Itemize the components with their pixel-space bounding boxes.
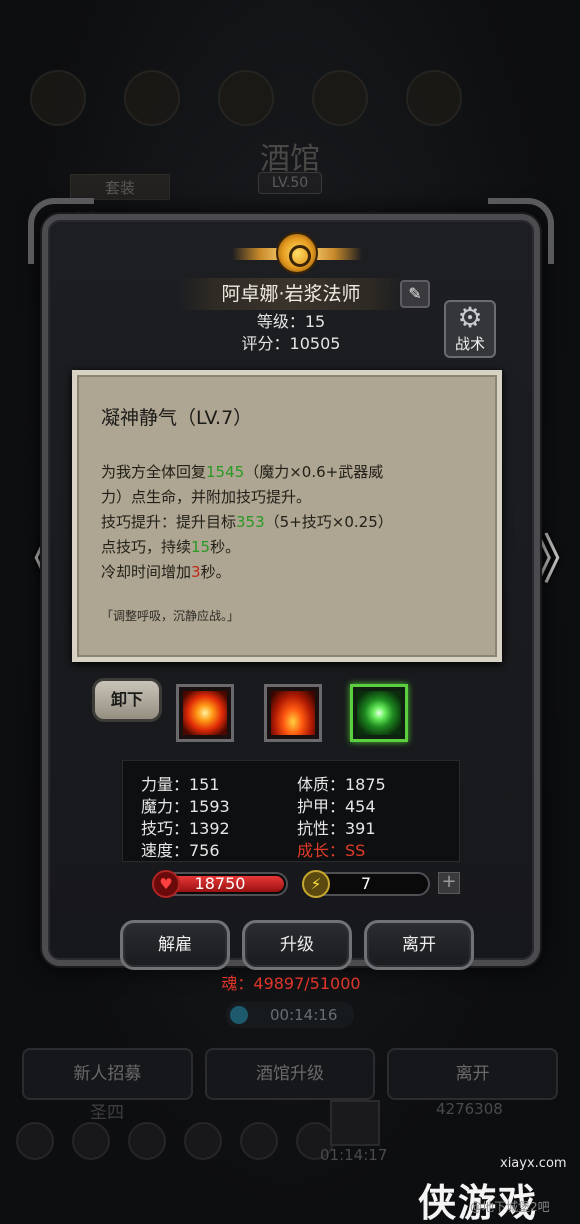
flame-icon bbox=[271, 691, 315, 735]
suit-tab: 套装 bbox=[70, 174, 170, 200]
recruit-timer: 00:14:16 bbox=[226, 1002, 354, 1028]
skill-tooltip: 凝神静气（LV.7） 为我方全体回复1545（魔力×0.6+武器威 力）点生命，… bbox=[72, 370, 502, 662]
golden-emblem-icon bbox=[232, 228, 362, 280]
watermark-site: xiayx.com bbox=[500, 1156, 567, 1171]
hero-name: 阿卓娜·岩浆法师 bbox=[178, 278, 404, 310]
add-energy-button[interactable]: + bbox=[438, 872, 460, 894]
skill-boost-value: 353 bbox=[236, 513, 265, 531]
skill-desc-line: 力）点生命，并附加技巧提升。 bbox=[101, 488, 312, 506]
green-crystal-icon bbox=[357, 691, 401, 735]
rename-pencil-icon[interactable]: ✎ bbox=[400, 280, 430, 308]
skill-description: 为我方全体回复1545（魔力×0.6+武器威 力）点生命，并附加技巧提升。 技巧… bbox=[101, 460, 473, 585]
tactics-button[interactable]: ⚙ 战术 bbox=[444, 300, 496, 358]
stat-speed: 速度：756 bbox=[141, 841, 220, 860]
next-hero-arrow-icon[interactable]: 》 bbox=[534, 528, 580, 592]
hero-avatar-icon bbox=[72, 1122, 110, 1160]
chest-timer: 01:14:17 bbox=[320, 1146, 388, 1164]
stat-armor: 护甲：454 bbox=[297, 797, 376, 816]
unequip-button[interactable]: 卸下 bbox=[92, 678, 162, 722]
skill-slot-green-crystal-selected[interactable] bbox=[350, 684, 408, 742]
top-icon-row bbox=[20, 70, 560, 130]
hero-stats-panel: 力量：151 魔力：1593 技巧：1392 速度：756 体质：1875 护甲… bbox=[122, 760, 460, 862]
stat-strength: 力量：151 bbox=[141, 775, 220, 794]
treasure-chest-icon bbox=[330, 1100, 380, 1146]
hero-avatar-icon bbox=[16, 1122, 54, 1160]
menu-icon bbox=[218, 70, 274, 126]
menu-icon bbox=[30, 70, 86, 126]
skill-desc-line: 冷却时间增加3秒。 bbox=[101, 563, 231, 581]
hero-avatar-icon bbox=[184, 1122, 222, 1160]
tavern-button-row: 新人招募 酒馆升级 离开 bbox=[22, 1048, 559, 1100]
soul-cost: 魂：49897/51000 bbox=[221, 974, 361, 993]
stat-skill: 技巧：1392 bbox=[141, 819, 230, 838]
gold-amount: 4276308 bbox=[436, 1100, 503, 1118]
stat-resistance: 抗性：391 bbox=[297, 819, 376, 838]
tavern-leave-button: 离开 bbox=[387, 1048, 559, 1100]
skill-desc-line: 点技巧，持续15秒。 bbox=[101, 538, 241, 556]
menu-icon bbox=[124, 70, 180, 126]
stat-growth: 成长：SS bbox=[297, 841, 366, 860]
menu-icon bbox=[312, 70, 368, 126]
tactics-label: 战术 bbox=[454, 335, 485, 353]
skill-title: 凝神静气（LV.7） bbox=[101, 407, 253, 429]
fire-burst-icon bbox=[183, 691, 227, 735]
prev-hero-arrow-icon[interactable]: 《 bbox=[6, 528, 60, 592]
menu-icon bbox=[406, 70, 462, 126]
recruit-button: 新人招募 bbox=[22, 1048, 193, 1100]
dismiss-button[interactable]: 解雇 bbox=[120, 920, 230, 970]
tavern-upgrade-button: 酒馆升级 bbox=[204, 1048, 376, 1100]
skill-slot-flame[interactable] bbox=[264, 684, 322, 742]
stat-magic: 魔力：1593 bbox=[141, 797, 230, 816]
hero-avatar-icon bbox=[240, 1122, 278, 1160]
duration-value: 15 bbox=[191, 538, 211, 556]
bottom-label: 圣四 bbox=[90, 1103, 124, 1123]
heal-value: 1545 bbox=[206, 463, 245, 481]
leave-button[interactable]: 离开 bbox=[364, 920, 474, 970]
watermark-sub: @地下城堡2吧 bbox=[470, 1200, 550, 1214]
tavern-level-badge: LV.50 bbox=[258, 172, 322, 194]
bottom-icon-row bbox=[16, 1122, 334, 1160]
skill-flavor-quote: 「调整呼吸，沉静应战。」 bbox=[101, 609, 240, 623]
skill-desc-line: 为我方全体回复1545（魔力×0.6+武器威 bbox=[101, 463, 384, 481]
heart-icon: ♥ bbox=[152, 870, 180, 898]
hero-avatar-icon bbox=[128, 1122, 166, 1160]
lightning-bolt-icon: ⚡ bbox=[302, 870, 330, 898]
upgrade-button[interactable]: 升级 bbox=[242, 920, 352, 970]
hp-bar: 18750 ♥ bbox=[152, 870, 288, 898]
energy-bar: 7 ⚡ bbox=[302, 870, 430, 898]
skill-desc-line: 技巧提升：提升目标353（5+技巧×0.25） bbox=[101, 513, 393, 531]
stat-constitution: 体质：1875 bbox=[297, 775, 386, 794]
skill-slot-fire-burst[interactable] bbox=[176, 684, 234, 742]
hero-detail-dialog: 阿卓娜·岩浆法师 ✎ 等级：15 评分：10505 ⚙ 战术 凝神静气（LV.7… bbox=[28, 198, 554, 993]
cooldown-value: 3 bbox=[191, 563, 201, 581]
gear-icon: ⚙ bbox=[457, 301, 483, 334]
